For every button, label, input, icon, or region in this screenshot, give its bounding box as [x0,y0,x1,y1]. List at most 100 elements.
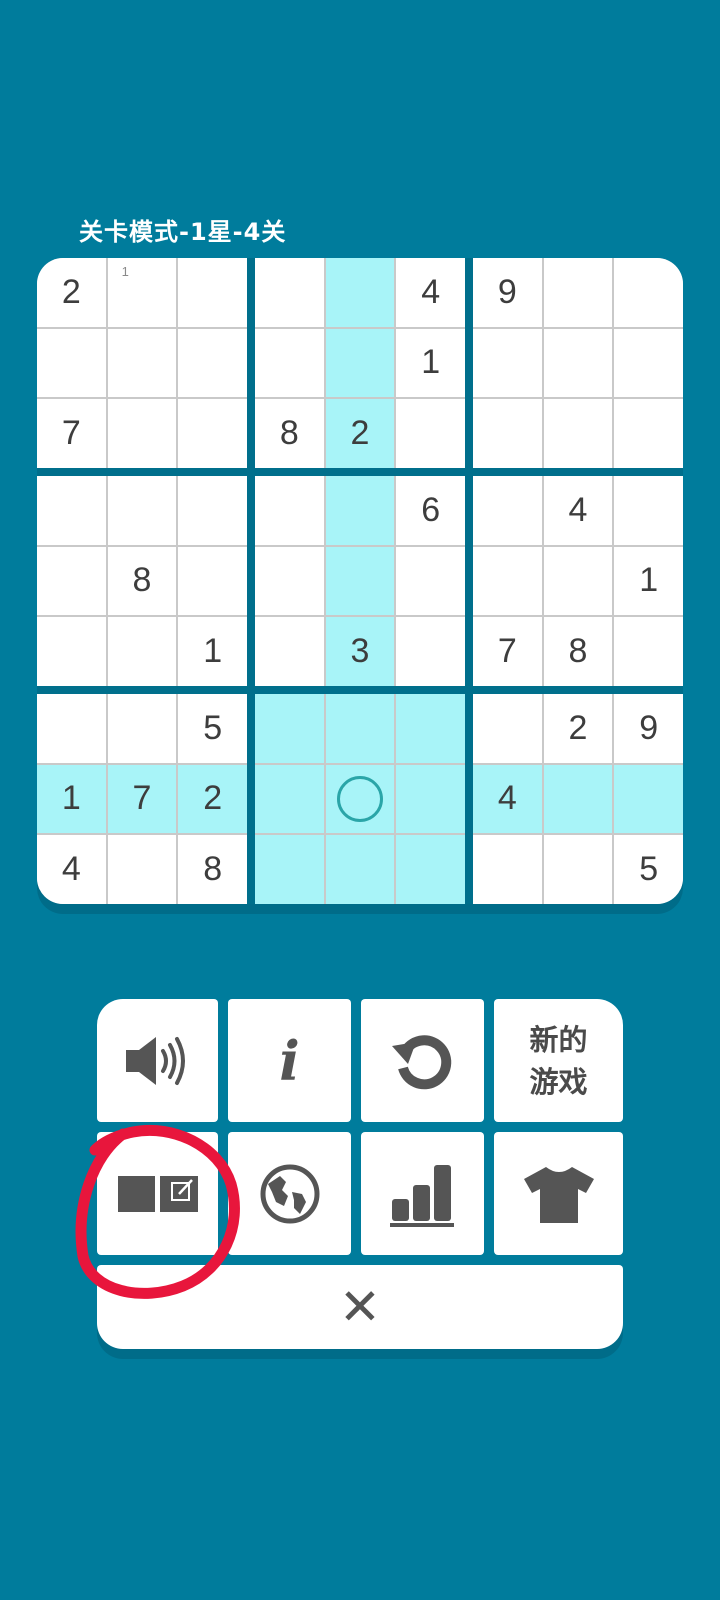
sudoku-cell[interactable]: 7 [107,764,177,834]
sudoku-cell[interactable]: 7 [37,399,106,468]
sudoku-cell[interactable]: 2 [37,258,106,327]
sudoku-cell[interactable] [614,258,683,327]
cell-value: 8 [203,850,223,889]
sudoku-cell[interactable] [37,546,106,616]
sudoku-cell[interactable]: 1 [178,617,247,686]
sudoku-cell[interactable]: 8 [178,835,247,904]
new-game-button[interactable]: 新的 游戏 [494,999,623,1122]
sudoku-cell[interactable]: 9 [473,258,542,327]
sudoku-cell[interactable]: 8 [255,399,324,468]
sudoku-cell[interactable]: 2 [178,764,247,834]
sudoku-cell[interactable] [325,835,395,904]
sudoku-box: 63 [255,476,465,686]
sudoku-box: 81 [37,476,247,686]
cell-value: 4 [568,490,588,529]
sudoku-cell[interactable]: 1 [614,546,683,616]
sudoku-cell[interactable] [473,835,542,904]
sudoku-cell[interactable] [178,258,247,327]
sudoku-cell[interactable] [107,617,177,686]
sudoku-cell[interactable] [396,835,465,904]
sudoku-cell[interactable] [255,546,324,616]
sudoku-cell[interactable]: 7 [473,617,542,686]
sudoku-cell[interactable]: 2 [543,694,613,763]
sudoku-box: 4 1 7 8 [473,476,683,686]
sudoku-cell[interactable] [614,617,683,686]
sudoku-cell[interactable] [396,617,465,686]
sudoku-cell[interactable] [396,546,465,616]
sudoku-cell[interactable] [37,694,106,763]
sudoku-cell[interactable]: 3 [325,617,395,686]
sudoku-cell[interactable] [614,764,683,834]
restart-button[interactable] [361,999,484,1122]
sudoku-cell[interactable] [614,328,683,398]
sudoku-cell[interactable] [543,399,613,468]
sudoku-cell[interactable] [37,476,106,545]
sudoku-cell[interactable] [325,476,395,545]
sudoku-cell[interactable]: 4 [473,764,542,834]
sudoku-cell[interactable] [325,694,395,763]
sudoku-cell[interactable] [325,258,395,327]
sudoku-cell[interactable] [107,835,177,904]
sudoku-cell[interactable] [396,764,465,834]
sudoku-cell[interactable]: 4 [396,258,465,327]
sudoku-cell[interactable]: 6 [396,476,465,545]
sudoku-box: 9 [473,258,683,468]
sudoku-cell[interactable] [255,617,324,686]
sudoku-cell[interactable]: 9 [614,694,683,763]
notes-mode-button[interactable] [97,1132,218,1255]
sudoku-cell[interactable] [543,258,613,327]
sudoku-cell[interactable] [473,399,542,468]
sudoku-cell[interactable] [255,764,324,834]
sudoku-cell[interactable] [473,694,542,763]
cell-value: 2 [203,779,223,818]
sudoku-cell[interactable] [178,399,247,468]
sudoku-cell[interactable]: 1 [107,258,177,327]
sudoku-cell[interactable] [473,546,542,616]
sudoku-cell[interactable] [325,328,395,398]
sudoku-cell[interactable]: 1 [37,764,106,834]
sudoku-cell[interactable] [107,476,177,545]
sudoku-cell[interactable] [396,694,465,763]
sudoku-cell[interactable] [473,328,542,398]
sudoku-cell[interactable] [543,764,613,834]
sudoku-cell[interactable]: 5 [614,835,683,904]
sudoku-cell[interactable]: 4 [543,476,613,545]
sudoku-cell[interactable] [255,258,324,327]
cell-value: 7 [132,779,152,818]
sudoku-cell[interactable] [178,328,247,398]
sudoku-cell[interactable] [255,835,324,904]
sudoku-cell[interactable] [614,399,683,468]
sudoku-cell[interactable]: 8 [107,546,177,616]
sudoku-cell[interactable] [325,546,395,616]
sudoku-cell[interactable]: 8 [543,617,613,686]
sudoku-cell[interactable] [178,546,247,616]
sudoku-cell[interactable] [473,476,542,545]
sudoku-cell[interactable] [107,399,177,468]
sudoku-cell[interactable] [614,476,683,545]
sudoku-cell[interactable] [37,617,106,686]
sudoku-cell[interactable] [543,546,613,616]
sudoku-cell[interactable] [396,399,465,468]
stats-button[interactable] [361,1132,484,1255]
sudoku-cell[interactable] [37,328,106,398]
sudoku-cell[interactable]: 5 [178,694,247,763]
sudoku-cell[interactable]: 4 [37,835,106,904]
sudoku-cell[interactable] [325,764,395,834]
sudoku-cell[interactable] [107,328,177,398]
cell-value: 8 [279,414,299,453]
theme-button[interactable] [494,1132,623,1255]
sudoku-cell[interactable] [543,835,613,904]
sound-button[interactable] [97,999,218,1122]
close-menu-button[interactable]: ✕ [97,1265,623,1349]
sudoku-cell[interactable]: 2 [325,399,395,468]
sudoku-cell[interactable] [255,694,324,763]
sudoku-cell[interactable] [178,476,247,545]
info-button[interactable]: i [228,999,351,1122]
sudoku-cell[interactable] [107,694,177,763]
sudoku-cell[interactable] [255,328,324,398]
sudoku-cell[interactable]: 1 [396,328,465,398]
sudoku-cell[interactable] [255,476,324,545]
sudoku-cell[interactable] [543,328,613,398]
cell-value: 2 [350,414,370,453]
language-button[interactable] [228,1132,351,1255]
